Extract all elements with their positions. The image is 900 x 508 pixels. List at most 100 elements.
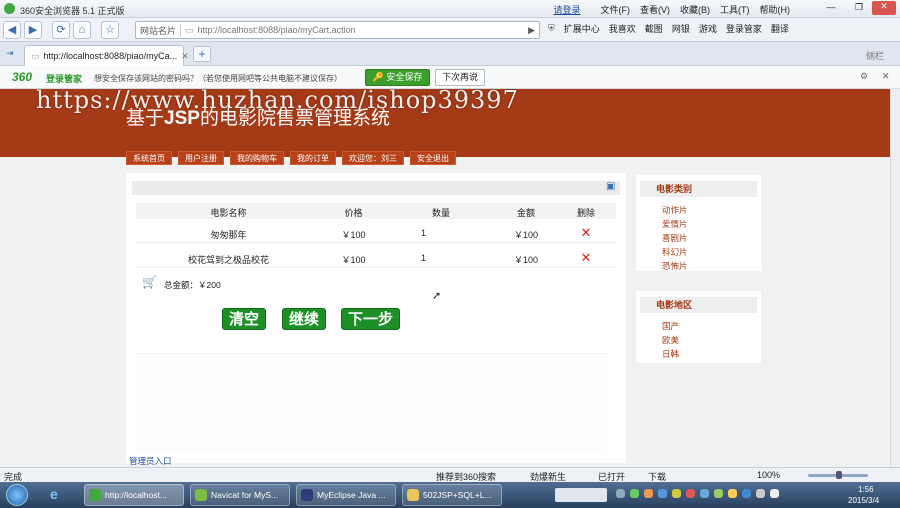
movie-quantity[interactable]: 1 (391, 253, 461, 263)
category-scifi[interactable]: 科幻片 (636, 245, 761, 259)
tray-icon[interactable] (658, 489, 667, 498)
tab-close-icon[interactable]: ✕ (181, 51, 189, 62)
tray-icon[interactable] (700, 489, 709, 498)
toolbar-buttons: ⛨ 扩展中心 我喜欢 截图 网银 游戏 登录管家 翻译 (548, 22, 789, 35)
next-step-button[interactable]: 下一步 (341, 308, 401, 330)
tray-icon[interactable] (728, 489, 737, 498)
nav-logout[interactable]: 安全退出 (410, 151, 456, 165)
browser-title: 360安全浏览器 5.1 正式版 (20, 6, 125, 16)
sidebar-toggle-icon[interactable]: ⇥ (6, 48, 14, 59)
browser-logo-icon (4, 3, 15, 14)
forward-button[interactable]: ▶ (24, 20, 42, 39)
category-horror[interactable]: 恐怖片 (636, 259, 761, 273)
mouse-cursor-icon: ➚ (432, 290, 442, 302)
region-domestic[interactable]: 国产 (636, 319, 761, 333)
region-western[interactable]: 欧美 (636, 333, 761, 347)
category-comedy[interactable]: 喜剧片 (636, 231, 761, 245)
taskbar-item-myeclipse[interactable]: MyEclipse Java ... (296, 484, 396, 506)
myeclipse-icon (301, 489, 313, 501)
ebank-button[interactable]: 网银 (672, 22, 690, 35)
continue-button[interactable]: 继续 (282, 308, 327, 330)
tray-icon[interactable] (672, 489, 681, 498)
tab-title: http://localhost:8088/piao/myCa... (43, 51, 178, 61)
translate-button[interactable]: 翻译 (771, 22, 789, 35)
taskbar-item-folder[interactable]: 502JSP+SQL+L... (402, 484, 502, 506)
taskbar-item-browser[interactable]: http://localhost... (84, 484, 184, 506)
new-tab-button[interactable]: + (193, 46, 211, 62)
browser-task-icon (89, 489, 101, 501)
table-row: 校花驾到之极品校花 ￥100 1 ￥100 ✕ (136, 248, 616, 268)
category-action[interactable]: 动作片 (636, 203, 761, 217)
nav-my-cart[interactable]: 我的购物车 (230, 151, 284, 165)
ie-icon[interactable]: e (50, 486, 58, 502)
sidebar-button[interactable]: 侧栏 (866, 49, 884, 62)
clock-time: 1:56 (858, 485, 874, 494)
go-icon[interactable]: ▶ (524, 25, 539, 36)
login-manager-button[interactable]: 登录管家 (726, 22, 762, 35)
volume-icon[interactable] (770, 489, 779, 498)
tray-icon[interactable] (644, 489, 653, 498)
menu-file[interactable]: 文件(F) (601, 3, 631, 16)
zoom-level[interactable]: 100% (757, 470, 780, 480)
cart-top-strip (132, 181, 620, 195)
admin-entry-link[interactable]: 管理员入口 (129, 455, 172, 467)
nav-my-orders[interactable]: 我的订单 (290, 151, 336, 165)
tray-icon[interactable] (616, 489, 625, 498)
page-scrollbar[interactable] (890, 89, 900, 467)
later-button[interactable]: 下次再说 (435, 69, 485, 86)
favorite-star-button[interactable]: ☆ (101, 20, 119, 39)
menu-tools[interactable]: 工具(T) (720, 3, 750, 16)
menu-view[interactable]: 查看(V) (640, 3, 670, 16)
taskbar-item-navicat[interactable]: Navicat for MyS... (190, 484, 290, 506)
folder-icon (407, 489, 419, 501)
extension-center-button[interactable]: 扩展中心 (564, 22, 600, 35)
browser-title-bar: 360安全浏览器 5.1 正式版 请登录 文件(F) 查看(V) 收藏(B) 工… (0, 0, 900, 18)
restore-button[interactable]: ❐ (848, 2, 870, 15)
navigation-bar: ◀ ▶ ⟳ ⌂ ☆ 网站名片 ▭ http://localhost:8088/p… (0, 18, 900, 42)
category-romance[interactable]: 爱情片 (636, 217, 761, 231)
category-title: 电影类别 (640, 181, 757, 197)
address-bar[interactable]: 网站名片 ▭ http://localhost:8088/piao/myCart… (135, 21, 540, 39)
tray-icon[interactable] (714, 489, 723, 498)
language-input[interactable] (555, 488, 607, 502)
back-button[interactable]: ◀ (3, 20, 21, 39)
address-input[interactable]: http://localhost:8088/piao/myCart.action (198, 25, 356, 35)
settings-gear-icon[interactable]: ⚙ (860, 71, 868, 82)
nav-register[interactable]: 用户注册 (178, 151, 224, 165)
refresh-button[interactable]: ⟳ (52, 20, 70, 39)
delete-icon[interactable]: ✕ (561, 250, 611, 266)
menu-favorites[interactable]: 收藏(B) (680, 3, 710, 16)
zoom-slider-thumb[interactable] (836, 471, 842, 479)
region-japan-korea[interactable]: 日韩 (636, 347, 761, 361)
movie-price: ￥100 (341, 230, 366, 240)
clear-button[interactable]: 清空 (222, 308, 267, 330)
start-button[interactable] (6, 484, 28, 506)
tab-active[interactable]: ▭ http://localhost:8088/piao/myCa... ✕ (24, 45, 189, 66)
close-window-button[interactable]: ✕ (872, 1, 896, 15)
games-button[interactable]: 游戏 (699, 22, 717, 35)
page-icon: ▭ (185, 24, 194, 35)
shield-icon[interactable]: ⛨ (548, 23, 555, 34)
tab-bar: ⇥ ▭ http://localhost:8088/piao/myCa... ✕… (0, 42, 900, 66)
minimize-button[interactable]: — (820, 2, 842, 15)
tray-icon[interactable] (686, 489, 695, 498)
region-title: 电影地区 (640, 297, 757, 313)
save-question: 想安全保存该网站的密码吗？（若您使用网吧等公共电脑不建议保存） (94, 74, 342, 83)
header-delete: 删除 (576, 208, 595, 218)
secure-save-button[interactable]: 🔑 安全保存 (365, 69, 430, 86)
login-link[interactable]: 请登录 (553, 3, 580, 16)
tray-icon[interactable] (756, 489, 765, 498)
movie-quantity[interactable]: 1 (391, 228, 461, 238)
site-name-button[interactable]: 网站名片 (136, 23, 182, 37)
menu-help[interactable]: 帮助(H) (760, 3, 791, 16)
cart-toggle-icon[interactable]: ▣ (606, 181, 615, 192)
nav-home[interactable]: 系统首页 (126, 151, 172, 165)
header-price: 价格 (344, 208, 363, 218)
close-bar-icon[interactable]: ✕ (882, 71, 890, 82)
tray-icon[interactable] (630, 489, 639, 498)
my-likes-button[interactable]: 我喜欢 (609, 22, 636, 35)
delete-icon[interactable]: ✕ (561, 225, 611, 241)
tray-icon[interactable] (742, 489, 751, 498)
home-button[interactable]: ⌂ (73, 20, 91, 39)
screenshot-button[interactable]: 截图 (645, 22, 663, 35)
